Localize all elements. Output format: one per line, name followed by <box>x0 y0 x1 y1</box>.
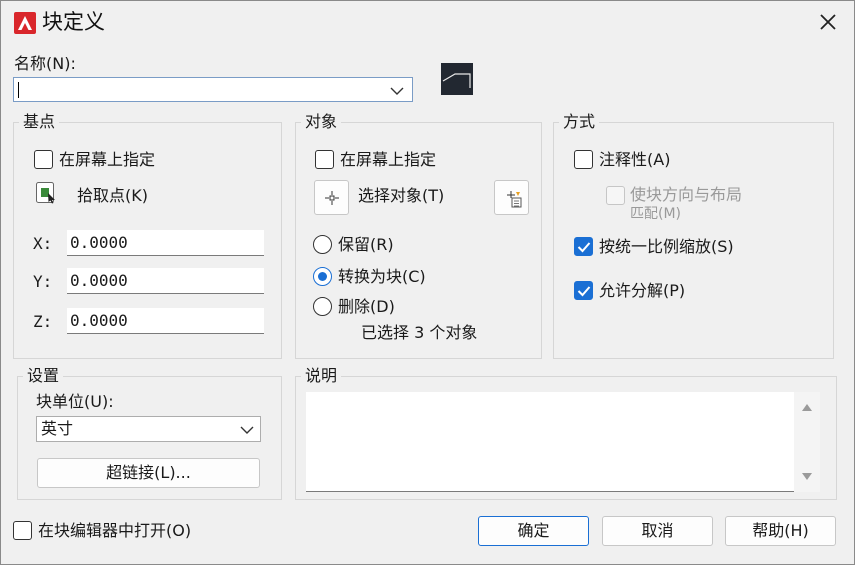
cancel-button[interactable]: 取消 <box>602 516 713 546</box>
base-specify-checkbox[interactable] <box>34 150 53 169</box>
name-label: 名称(N): <box>14 54 76 73</box>
open-in-editor-label: 在块编辑器中打开(O) <box>38 521 192 540</box>
hyperlink-button[interactable]: 超链接(L)... <box>37 458 260 488</box>
open-in-editor-checkbox[interactable] <box>13 521 32 540</box>
annotative-label: 注释性(A) <box>599 150 671 169</box>
crosshair-icon <box>325 191 339 205</box>
block-unit-value: 英寸 <box>41 419 74 438</box>
help-button[interactable]: 帮助(H) <box>725 516 836 546</box>
description-textarea[interactable] <box>306 392 820 492</box>
pick-point-icon[interactable] <box>35 181 59 205</box>
ok-button[interactable]: 确定 <box>478 516 589 546</box>
y-label: Y: <box>33 272 53 291</box>
settings-title: 设置 <box>23 366 64 386</box>
dialog-title: 块定义 <box>42 10 105 34</box>
annotative-checkbox[interactable] <box>574 150 593 169</box>
chevron-down-icon <box>390 87 404 95</box>
behavior-title: 方式 <box>559 112 600 132</box>
objects-title: 对象 <box>301 112 342 132</box>
match-orientation-checkbox[interactable] <box>606 186 625 205</box>
select-objects-label: 选择对象(T) <box>358 186 445 205</box>
convert-radio[interactable] <box>313 267 332 286</box>
objects-specify-checkbox[interactable] <box>315 150 334 169</box>
scale-uniformly-label: 按统一比例缩放(S) <box>599 237 734 256</box>
scroll-down-icon[interactable] <box>801 472 813 482</box>
convert-label: 转换为块(C) <box>338 267 426 286</box>
objects-specify-label: 在屏幕上指定 <box>340 150 437 169</box>
block-unit-label: 块单位(U): <box>36 392 114 411</box>
scroll-up-icon[interactable] <box>801 402 813 412</box>
retain-radio[interactable] <box>313 235 332 254</box>
selection-status: 已选择 3 个对象 <box>361 323 478 342</box>
quick-select-button[interactable] <box>494 180 529 215</box>
autocad-app-icon <box>14 12 36 34</box>
z-input[interactable]: 0.0000 <box>67 308 264 334</box>
delete-label: 删除(D) <box>338 297 395 316</box>
chevron-down-icon <box>240 426 254 434</box>
check-icon <box>577 286 591 297</box>
text-caret <box>18 82 19 98</box>
base-specify-label: 在屏幕上指定 <box>59 150 156 169</box>
close-icon[interactable] <box>812 6 844 38</box>
scale-uniformly-checkbox[interactable] <box>574 237 593 256</box>
x-label: X: <box>33 234 53 253</box>
retain-label: 保留(R) <box>338 235 394 254</box>
block-unit-select[interactable]: 英寸 <box>36 416 261 442</box>
title-bar: 块定义 <box>0 0 855 44</box>
select-objects-button[interactable] <box>314 180 349 215</box>
allow-explode-label: 允许分解(P) <box>599 281 686 300</box>
allow-explode-checkbox[interactable] <box>574 281 593 300</box>
z-label: Z: <box>33 312 53 331</box>
description-title: 说明 <box>301 366 342 386</box>
base-point-title: 基点 <box>19 112 60 132</box>
match-orientation-label-1: 使块方向与布局 <box>630 185 743 204</box>
description-scrollbar[interactable] <box>794 392 820 492</box>
check-icon <box>577 242 591 253</box>
block-preview-icon <box>441 63 473 95</box>
match-orientation-label-2: 匹配(M) <box>630 206 682 222</box>
y-input[interactable]: 0.0000 <box>67 268 264 294</box>
pick-point-label[interactable]: 拾取点(K) <box>77 186 148 206</box>
x-input[interactable]: 0.0000 <box>67 230 264 256</box>
delete-radio[interactable] <box>313 297 332 316</box>
name-combobox[interactable] <box>13 77 413 102</box>
quick-select-icon <box>507 191 522 208</box>
